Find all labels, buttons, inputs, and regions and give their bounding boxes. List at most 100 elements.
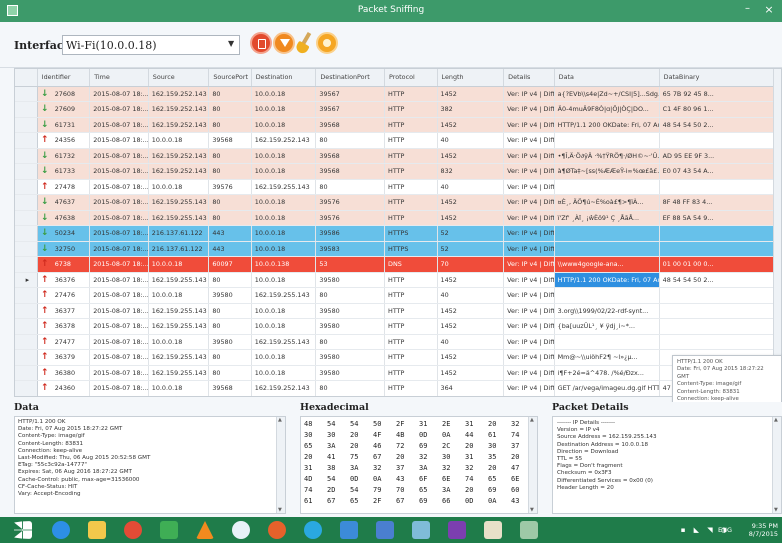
cell-src[interactable]: 162.159.255.143 bbox=[148, 210, 210, 226]
cell-data[interactable]: Ä0-4muÄ9F8Ò|ɑ|ÖJ|ÒÇ|DO... bbox=[554, 101, 660, 118]
cell-proto[interactable]: DNS bbox=[384, 256, 438, 273]
cell-dport[interactable]: 39580 bbox=[315, 318, 386, 335]
cell-sport[interactable]: 443 bbox=[208, 225, 252, 242]
cell-id[interactable]: ↓ 61733 bbox=[37, 163, 91, 180]
visual-studio-icon[interactable] bbox=[340, 521, 358, 539]
cell-proto[interactable]: HTTP bbox=[384, 132, 438, 149]
cell-dst[interactable]: 162.159.255.143 bbox=[251, 179, 317, 195]
cell-sport[interactable]: 80 bbox=[208, 318, 252, 335]
cell-sport[interactable]: 39568 bbox=[208, 132, 252, 149]
cell-len[interactable]: 52 bbox=[437, 225, 505, 242]
cell-bin[interactable] bbox=[659, 225, 781, 242]
cell-proto[interactable]: HTTPS bbox=[384, 225, 438, 242]
cell-id[interactable]: ↑ 24356 bbox=[37, 132, 91, 149]
cell-id[interactable]: ↑ 27478 bbox=[37, 179, 91, 195]
cell-id[interactable]: ↑ 24360 bbox=[37, 380, 91, 396]
row-header[interactable] bbox=[15, 334, 38, 350]
cell-len[interactable]: 52 bbox=[437, 241, 505, 257]
data-text-box[interactable]: HTTP/1.1 200 OKDate: Fri, 07 Aug 2015 18… bbox=[14, 416, 286, 514]
table-row[interactable]: ↑ 36379 2015-08-07 18:... 162.159.255.143 80… bbox=[15, 349, 781, 366]
cell-src[interactable]: 162.159.255.143 bbox=[148, 349, 210, 366]
cell-proto[interactable]: HTTP bbox=[384, 303, 438, 319]
details-box[interactable]: ------- IP Details -------Version = IP v… bbox=[552, 416, 782, 514]
column-header-source[interactable]: Source bbox=[148, 69, 210, 87]
cell-details[interactable]: Ver: IP v4 | Diff... bbox=[503, 380, 555, 396]
cell-proto[interactable]: HTTP bbox=[384, 287, 438, 304]
clock[interactable]: 9:35 PM 8/7/2015 bbox=[749, 522, 778, 538]
clear-broom-icon[interactable] bbox=[296, 32, 316, 54]
cell-len[interactable]: 382 bbox=[437, 101, 505, 118]
cell-src[interactable]: 10.0.0.18 bbox=[148, 256, 210, 273]
cell-id[interactable]: ↑ 27477 bbox=[37, 334, 91, 350]
cell-dport[interactable]: 39576 bbox=[315, 210, 386, 226]
cell-dst[interactable]: 10.0.0.18 bbox=[251, 194, 317, 211]
cell-src[interactable]: 162.159.255.143 bbox=[148, 303, 210, 319]
cell-data[interactable]: •¶Î,Ä·Ö∂ÿÄ ·%†ŸRÖ¶·/ØH©~·'Ü... bbox=[554, 148, 660, 164]
packet-sniffer-taskbar-icon[interactable] bbox=[520, 521, 538, 539]
table-row[interactable]: ↑ 27478 2015-08-07 18:... 10.0.0.18 39576 162… bbox=[15, 179, 781, 195]
media-player-icon[interactable] bbox=[232, 521, 250, 539]
cell-time[interactable]: 2015-08-07 18:... bbox=[89, 194, 149, 211]
cell-id[interactable]: ↓ 47638 bbox=[37, 210, 91, 226]
cell-len[interactable]: 832 bbox=[437, 163, 505, 180]
cell-id[interactable]: ↓ 47637 bbox=[37, 194, 91, 211]
cell-dst[interactable]: 162.159.255.143 bbox=[251, 287, 317, 304]
cell-dport[interactable]: 80 bbox=[315, 334, 386, 350]
cell-data[interactable]: GET /ar/vega/imageu.dg.gif HTTP/1... bbox=[554, 380, 660, 396]
cell-sport[interactable]: 80 bbox=[208, 163, 252, 180]
cell-sport[interactable]: 80 bbox=[208, 272, 252, 288]
cell-details[interactable]: Ver: IP v4 | Diff... bbox=[503, 272, 555, 288]
cell-proto[interactable]: HTTP bbox=[384, 349, 438, 366]
row-header[interactable] bbox=[15, 349, 38, 366]
cell-bin[interactable] bbox=[659, 241, 781, 257]
cell-dport[interactable]: 39568 bbox=[315, 163, 386, 180]
cell-sport[interactable]: 80 bbox=[208, 101, 252, 118]
table-row[interactable]: ↓ 50234 2015-08-07 18:... 216.137.61.122 443… bbox=[15, 225, 781, 242]
cell-bin[interactable]: 48 54 54 50 2... bbox=[659, 272, 781, 288]
cell-details[interactable]: Ver: IP v4 | Diff... bbox=[503, 148, 555, 164]
language-indicator[interactable]: ENG bbox=[718, 526, 732, 534]
row-header[interactable]: ▸ bbox=[15, 272, 38, 288]
cell-id[interactable]: ↑ 6738 bbox=[37, 256, 91, 273]
cell-proto[interactable]: HTTP bbox=[384, 334, 438, 350]
cell-details[interactable]: Ver: IP v4 | Diff... bbox=[503, 334, 555, 350]
cell-data[interactable]: a{?EVb\\s4e|Zd~+/CSI|5]...Sdg... bbox=[554, 86, 660, 102]
row-header[interactable] bbox=[15, 117, 38, 133]
cell-dport[interactable]: 39580 bbox=[315, 365, 386, 381]
cell-sport[interactable]: 80 bbox=[208, 86, 252, 102]
cell-len[interactable]: 1452 bbox=[437, 117, 505, 133]
cell-src[interactable]: 162.159.252.143 bbox=[148, 101, 210, 118]
stop-icon[interactable] bbox=[250, 32, 272, 54]
cell-time[interactable]: 2015-08-07 18:... bbox=[89, 303, 149, 319]
save-icon[interactable] bbox=[316, 32, 338, 54]
cell-id[interactable]: ↑ 36380 bbox=[37, 365, 91, 381]
hex-box[interactable]: 48 54 54 50 2F 31 2E 31 20 32 30 30 20 4F 4B 0D 0A 44 61 74… bbox=[300, 416, 538, 514]
cell-id[interactable]: ↓ 27609 bbox=[37, 101, 91, 118]
cell-data[interactable]: ï'Zf' ¸Àî¸ ¡ŵÈõ9¹ Ç ¸ÅãÅ... bbox=[554, 210, 660, 226]
cell-len[interactable]: 1452 bbox=[437, 210, 505, 226]
cell-dport[interactable]: 80 bbox=[315, 380, 386, 396]
cell-dst[interactable]: 10.0.0.18 bbox=[251, 148, 317, 164]
cell-proto[interactable]: HTTP bbox=[384, 117, 438, 133]
cell-details[interactable]: Ver: IP v4 | Diff... bbox=[503, 303, 555, 319]
cell-details[interactable]: Ver: IP v4 | Diff... bbox=[503, 117, 555, 133]
cell-dst[interactable]: 162.159.255.143 bbox=[251, 334, 317, 350]
row-header[interactable] bbox=[15, 256, 38, 273]
cell-details[interactable]: Ver: IP v4 | Diff... bbox=[503, 318, 555, 335]
cell-len[interactable]: 1452 bbox=[437, 148, 505, 164]
cell-bin[interactable]: C1 4F 80 96 1... bbox=[659, 101, 781, 118]
cell-src[interactable]: 162.159.255.143 bbox=[148, 365, 210, 381]
table-row[interactable]: ↑ 27477 2015-08-07 18:... 10.0.0.18 39580 162… bbox=[15, 334, 781, 350]
cell-src[interactable]: 162.159.252.143 bbox=[148, 148, 210, 164]
cell-time[interactable]: 2015-08-07 18:... bbox=[89, 132, 149, 149]
table-row[interactable]: ↑ 36380 2015-08-07 18:... 162.159.255.143 80… bbox=[15, 365, 781, 381]
cell-details[interactable]: Ver: IP v4 | Diff... bbox=[503, 256, 555, 273]
column-header-destination[interactable]: Destination bbox=[251, 69, 317, 87]
column-header-length[interactable]: Length bbox=[437, 69, 505, 87]
cell-data[interactable] bbox=[554, 287, 660, 304]
cell-proto[interactable]: HTTP bbox=[384, 163, 438, 180]
cell-details[interactable]: Ver: IP v4 | Diff... bbox=[503, 210, 555, 226]
cell-src[interactable]: 10.0.0.18 bbox=[148, 380, 210, 396]
table-scrollbar[interactable] bbox=[773, 69, 781, 396]
cell-dport[interactable]: 39567 bbox=[315, 101, 386, 118]
